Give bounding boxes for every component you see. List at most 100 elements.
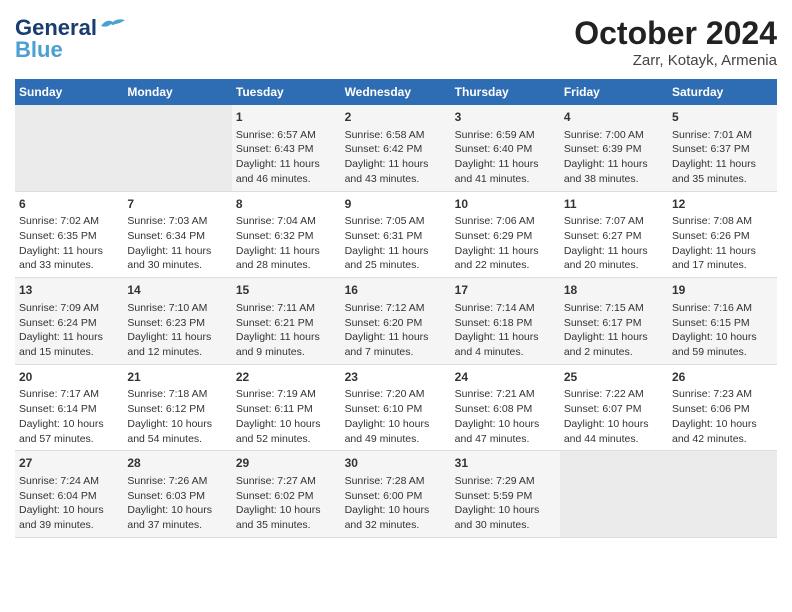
day-info: Sunrise: 7:26 AM Sunset: 6:03 PM Dayligh… [127, 474, 228, 533]
table-cell [123, 105, 232, 191]
day-number: 17 [455, 282, 556, 299]
day-number: 11 [564, 196, 664, 213]
day-number: 12 [672, 196, 773, 213]
table-cell: 11Sunrise: 7:07 AM Sunset: 6:27 PM Dayli… [560, 191, 668, 278]
table-cell: 16 Sunrise: 7:12 AM Sunset: 6:20 PM Dayli… [341, 278, 451, 365]
col-friday: Friday [560, 79, 668, 105]
day-number: 7 [127, 196, 228, 213]
day-number: 18 [564, 282, 664, 299]
table-cell: 25Sunrise: 7:22 AM Sunset: 6:07 PM Dayli… [560, 364, 668, 451]
day-info: Sunrise: 7:09 AM Sunset: 6:24 PM Dayligh… [19, 301, 119, 360]
table-cell: 26Sunrise: 7:23 AM Sunset: 6:06 PM Dayli… [668, 364, 777, 451]
table-cell [560, 451, 668, 538]
table-cell: 4 Sunrise: 7:00 AM Sunset: 6:39 PM Daylig… [560, 105, 668, 191]
day-number: 1 [236, 109, 337, 126]
col-sunday: Sunday [15, 79, 123, 105]
calendar-header: Sunday Monday Tuesday Wednesday Thursday… [15, 79, 777, 105]
page-title: October 2024 [574, 15, 777, 52]
table-cell: 3 Sunrise: 6:59 AM Sunset: 6:40 PM Daylig… [451, 105, 560, 191]
table-cell: 27 Sunrise: 7:24 AM Sunset: 6:04 PM Dayli… [15, 451, 123, 538]
day-info: Sunrise: 7:11 AM Sunset: 6:21 PM Dayligh… [236, 301, 337, 360]
table-cell: 14 Sunrise: 7:10 AM Sunset: 6:23 PM Dayli… [123, 278, 232, 365]
main-container: General Blue October 2024 Zarr, Kotayk, … [0, 0, 792, 548]
day-number: 15 [236, 282, 337, 299]
table-cell: 12Sunrise: 7:08 AM Sunset: 6:26 PM Dayli… [668, 191, 777, 278]
title-block: October 2024 Zarr, Kotayk, Armenia [574, 15, 777, 69]
table-cell: 18Sunrise: 7:15 AM Sunset: 6:17 PM Dayli… [560, 278, 668, 365]
day-number: 19 [672, 282, 773, 299]
day-info: Sunrise: 7:22 AM Sunset: 6:07 PM Dayligh… [564, 387, 664, 446]
day-info: Sunrise: 7:28 AM Sunset: 6:00 PM Dayligh… [345, 474, 447, 533]
day-info: Sunrise: 7:20 AM Sunset: 6:10 PM Dayligh… [345, 387, 447, 446]
calendar-table: Sunday Monday Tuesday Wednesday Thursday… [15, 79, 777, 538]
week-row: 27 Sunrise: 7:24 AM Sunset: 6:04 PM Dayli… [15, 451, 777, 538]
table-cell: 31 Sunrise: 7:29 AM Sunset: 5:59 PM Dayli… [451, 451, 560, 538]
table-cell: 21Sunrise: 7:18 AM Sunset: 6:12 PM Dayli… [123, 364, 232, 451]
day-info: Sunrise: 6:59 AM Sunset: 6:40 PM Dayligh… [455, 128, 556, 187]
day-number: 29 [236, 455, 337, 472]
col-monday: Monday [123, 79, 232, 105]
day-info: Sunrise: 7:23 AM Sunset: 6:06 PM Dayligh… [672, 387, 773, 446]
day-number: 10 [455, 196, 556, 213]
day-info: Sunrise: 7:03 AM Sunset: 6:34 PM Dayligh… [127, 214, 228, 273]
day-number: 4 [564, 109, 664, 126]
table-cell: 2Sunrise: 6:58 AM Sunset: 6:42 PM Daylig… [341, 105, 451, 191]
table-cell: 23Sunrise: 7:20 AM Sunset: 6:10 PM Dayli… [341, 364, 451, 451]
day-info: Sunrise: 7:21 AM Sunset: 6:08 PM Dayligh… [455, 387, 556, 446]
col-saturday: Saturday [668, 79, 777, 105]
day-info: Sunrise: 7:12 AM Sunset: 6:20 PM Dayligh… [345, 301, 447, 360]
table-cell: 29 Sunrise: 7:27 AM Sunset: 6:02 PM Dayli… [232, 451, 341, 538]
day-info: Sunrise: 7:19 AM Sunset: 6:11 PM Dayligh… [236, 387, 337, 446]
day-number: 27 [19, 455, 119, 472]
day-info: Sunrise: 7:06 AM Sunset: 6:29 PM Dayligh… [455, 214, 556, 273]
day-info: Sunrise: 7:18 AM Sunset: 6:12 PM Dayligh… [127, 387, 228, 446]
day-number: 20 [19, 369, 119, 386]
table-cell: 13Sunrise: 7:09 AM Sunset: 6:24 PM Dayli… [15, 278, 123, 365]
day-number: 3 [455, 109, 556, 126]
table-cell [15, 105, 123, 191]
day-number: 24 [455, 369, 556, 386]
table-cell: 30 Sunrise: 7:28 AM Sunset: 6:00 PM Dayli… [341, 451, 451, 538]
table-cell: 24Sunrise: 7:21 AM Sunset: 6:08 PM Dayli… [451, 364, 560, 451]
day-info: Sunrise: 6:57 AM Sunset: 6:43 PM Dayligh… [236, 128, 337, 187]
day-number: 6 [19, 196, 119, 213]
day-number: 21 [127, 369, 228, 386]
day-number: 5 [672, 109, 773, 126]
day-info: Sunrise: 7:10 AM Sunset: 6:23 PM Dayligh… [127, 301, 228, 360]
table-cell: 5 Sunrise: 7:01 AM Sunset: 6:37 PM Daylig… [668, 105, 777, 191]
week-row: 13Sunrise: 7:09 AM Sunset: 6:24 PM Dayli… [15, 278, 777, 365]
day-info: Sunrise: 7:24 AM Sunset: 6:04 PM Dayligh… [19, 474, 119, 533]
col-wednesday: Wednesday [341, 79, 451, 105]
day-number: 8 [236, 196, 337, 213]
day-number: 23 [345, 369, 447, 386]
day-info: Sunrise: 7:07 AM Sunset: 6:27 PM Dayligh… [564, 214, 664, 273]
day-number: 14 [127, 282, 228, 299]
page-subtitle: Zarr, Kotayk, Armenia [574, 52, 777, 69]
week-row: 20Sunrise: 7:17 AM Sunset: 6:14 PM Dayli… [15, 364, 777, 451]
table-cell: 19 Sunrise: 7:16 AM Sunset: 6:15 PM Dayli… [668, 278, 777, 365]
table-cell: 20Sunrise: 7:17 AM Sunset: 6:14 PM Dayli… [15, 364, 123, 451]
col-thursday: Thursday [451, 79, 560, 105]
table-cell: 1 Sunrise: 6:57 AM Sunset: 6:43 PM Daylig… [232, 105, 341, 191]
day-info: Sunrise: 7:29 AM Sunset: 5:59 PM Dayligh… [455, 474, 556, 533]
day-info: Sunrise: 7:04 AM Sunset: 6:32 PM Dayligh… [236, 214, 337, 273]
week-row: 1 Sunrise: 6:57 AM Sunset: 6:43 PM Daylig… [15, 105, 777, 191]
day-number: 16 [345, 282, 447, 299]
day-number: 31 [455, 455, 556, 472]
day-number: 22 [236, 369, 337, 386]
day-info: Sunrise: 7:17 AM Sunset: 6:14 PM Dayligh… [19, 387, 119, 446]
day-info: Sunrise: 7:01 AM Sunset: 6:37 PM Dayligh… [672, 128, 773, 187]
day-info: Sunrise: 7:08 AM Sunset: 6:26 PM Dayligh… [672, 214, 773, 273]
day-number: 28 [127, 455, 228, 472]
day-info: Sunrise: 7:27 AM Sunset: 6:02 PM Dayligh… [236, 474, 337, 533]
logo-bird-icon [99, 16, 127, 36]
table-cell [668, 451, 777, 538]
day-number: 9 [345, 196, 447, 213]
day-info: Sunrise: 7:16 AM Sunset: 6:15 PM Dayligh… [672, 301, 773, 360]
day-number: 30 [345, 455, 447, 472]
day-info: Sunrise: 7:00 AM Sunset: 6:39 PM Dayligh… [564, 128, 664, 187]
day-info: Sunrise: 7:14 AM Sunset: 6:18 PM Dayligh… [455, 301, 556, 360]
day-info: Sunrise: 7:02 AM Sunset: 6:35 PM Dayligh… [19, 214, 119, 273]
table-cell: 17 Sunrise: 7:14 AM Sunset: 6:18 PM Dayli… [451, 278, 560, 365]
table-cell: 15 Sunrise: 7:11 AM Sunset: 6:21 PM Dayli… [232, 278, 341, 365]
